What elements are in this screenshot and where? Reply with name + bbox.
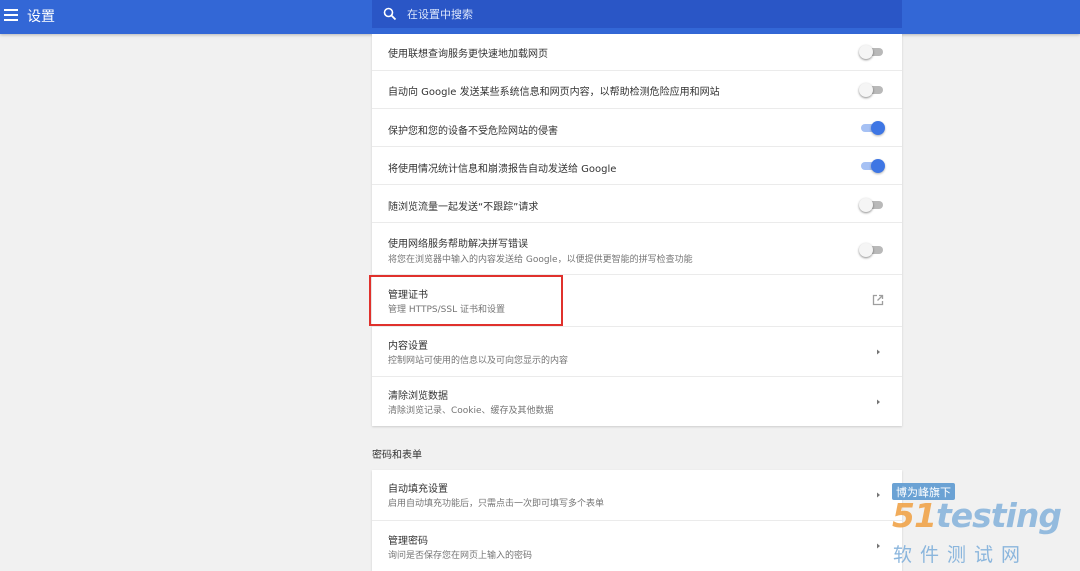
setting-sublabel: 控制网站可使用的信息以及可向您显示的内容 xyxy=(388,356,569,366)
toggle-switch[interactable] xyxy=(859,159,885,173)
chevron-right-icon[interactable] xyxy=(874,347,882,357)
section-title-passwords: 密码和表单 xyxy=(372,450,422,461)
setting-row-manage-certificates[interactable]: 管理证书 管理 HTTPS/SSL 证书和设置 xyxy=(372,274,902,326)
app-header: 设置 在设置中搜索 xyxy=(0,0,1080,34)
setting-sublabel: 将您在浏览器中输入的内容发送给 Google，以便提供更智能的拼写检查功能 xyxy=(388,255,693,265)
setting-row-clear-browsing-data[interactable]: 清除浏览数据 清除浏览记录、Cookie、缓存及其他数据 xyxy=(372,376,902,426)
setting-row-content-settings[interactable]: 内容设置 控制网站可使用的信息以及可向您显示的内容 xyxy=(372,326,902,376)
search-icon xyxy=(383,7,397,21)
setting-row-prediction[interactable]: 使用联想查询服务更快速地加载网页 xyxy=(372,34,902,70)
setting-label: 将使用情况统计信息和崩溃报告自动发送给 Google xyxy=(388,164,617,175)
hamburger-menu-icon[interactable] xyxy=(4,9,18,21)
toggle-switch[interactable] xyxy=(859,198,885,212)
chevron-right-icon[interactable] xyxy=(874,397,882,407)
setting-sublabel: 询问是否保存您在网页上输入的密码 xyxy=(388,551,533,561)
setting-sublabel: 启用自动填充功能后，只需点击一次即可填写多个表单 xyxy=(388,499,605,509)
setting-label: 管理证书 xyxy=(388,290,428,301)
search-input[interactable]: 在设置中搜索 xyxy=(372,0,902,28)
setting-sublabel: 管理 HTTPS/SSL 证书和设置 xyxy=(388,305,505,315)
watermark-logo: 51testing xyxy=(892,496,1062,535)
setting-row-spelling[interactable]: 使用网络服务帮助解决拼写错误 将您在浏览器中输入的内容发送给 Google，以便… xyxy=(372,222,902,274)
chevron-right-icon[interactable] xyxy=(874,490,882,500)
setting-label: 内容设置 xyxy=(388,341,428,352)
setting-row-usage-stats[interactable]: 将使用情况统计信息和崩溃报告自动发送给 Google xyxy=(372,146,902,184)
setting-row-safe-browsing[interactable]: 保护您和您的设备不受危险网站的侵害 xyxy=(372,108,902,146)
toggle-switch[interactable] xyxy=(859,83,885,97)
toggle-switch[interactable] xyxy=(859,243,885,257)
watermark-subtitle: 软件测试网 xyxy=(893,544,1029,566)
setting-row-safe-browsing-report[interactable]: 自动向 Google 发送某些系统信息和网页内容，以帮助检测危险应用和网站 xyxy=(372,70,902,108)
setting-row-autofill[interactable]: 自动填充设置 启用自动填充功能后，只需点击一次即可填写多个表单 xyxy=(372,470,902,520)
chevron-right-icon[interactable] xyxy=(874,541,882,551)
toggle-switch[interactable] xyxy=(859,45,885,59)
setting-label: 清除浏览数据 xyxy=(388,391,448,402)
setting-label: 使用网络服务帮助解决拼写错误 xyxy=(388,239,528,250)
passwords-forms-card: 自动填充设置 启用自动填充功能后，只需点击一次即可填写多个表单 管理密码 询问是… xyxy=(372,470,902,571)
page-title: 设置 xyxy=(27,9,55,25)
setting-label: 管理密码 xyxy=(388,536,428,547)
search-placeholder: 在设置中搜索 xyxy=(407,8,473,21)
setting-label: 随浏览流量一起发送“不跟踪”请求 xyxy=(388,202,539,213)
setting-label: 使用联想查询服务更快速地加载网页 xyxy=(388,49,548,60)
setting-label: 自动填充设置 xyxy=(388,484,448,495)
setting-row-do-not-track[interactable]: 随浏览流量一起发送“不跟踪”请求 xyxy=(372,184,902,222)
privacy-settings-card: 使用联想查询服务更快速地加载网页 自动向 Google 发送某些系统信息和网页内… xyxy=(372,34,902,426)
external-link-icon[interactable] xyxy=(871,293,885,307)
setting-row-manage-passwords[interactable]: 管理密码 询问是否保存您在网页上输入的密码 xyxy=(372,520,902,571)
setting-label: 自动向 Google 发送某些系统信息和网页内容，以帮助检测危险应用和网站 xyxy=(388,87,720,98)
setting-label: 保护您和您的设备不受危险网站的侵害 xyxy=(388,126,558,137)
toggle-switch[interactable] xyxy=(859,121,885,135)
setting-sublabel: 清除浏览记录、Cookie、缓存及其他数据 xyxy=(388,406,554,416)
